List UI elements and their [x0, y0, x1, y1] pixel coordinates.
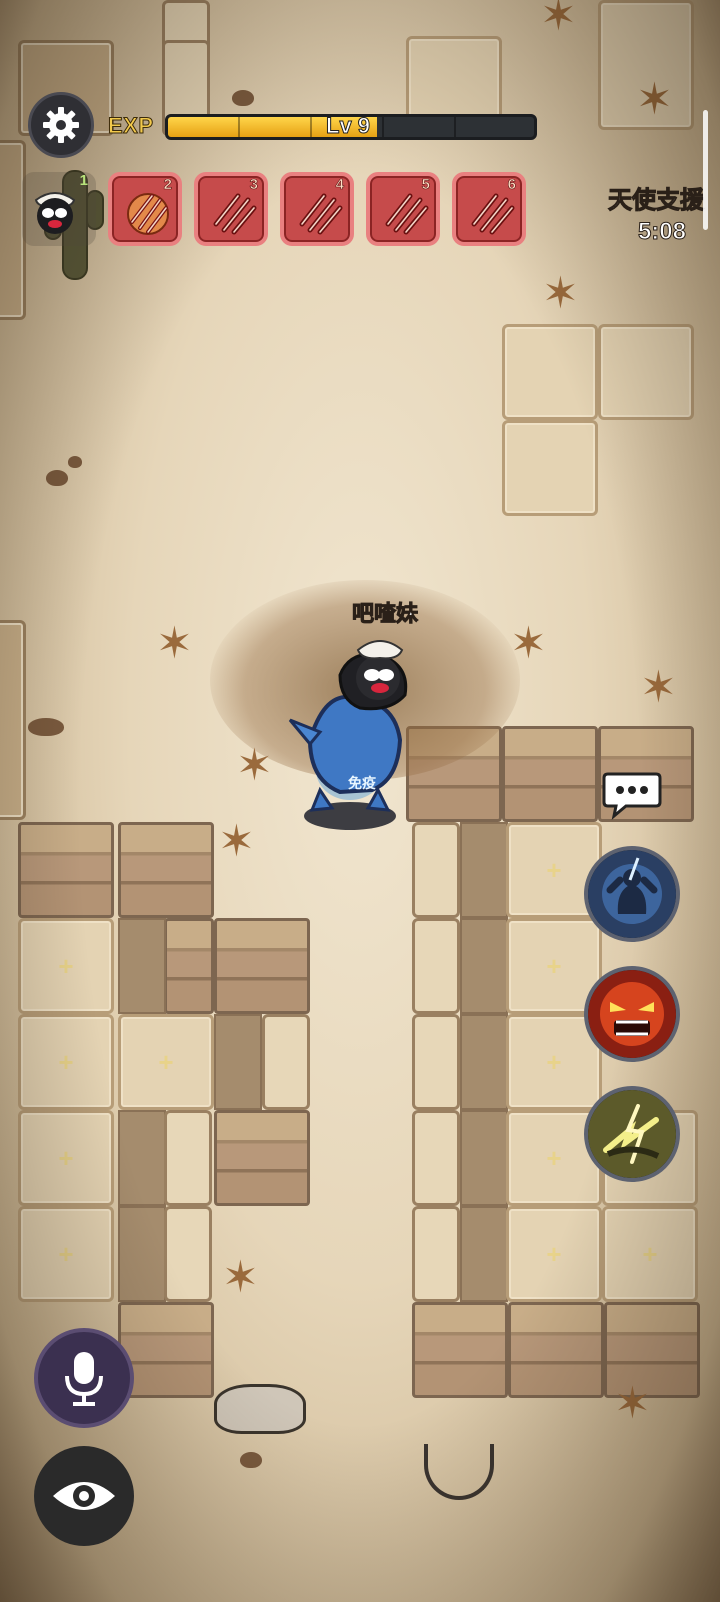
- lightning-icon: [588, 1090, 676, 1178]
- chat-button[interactable]: [602, 768, 662, 820]
- exp-divider: [382, 117, 384, 137]
- floor-tile: [0, 620, 26, 820]
- dry-leaf-decoration: ✶: [614, 1379, 651, 1428]
- chat-bubble-icon: [602, 772, 662, 820]
- wall-pillar: [262, 1014, 310, 1110]
- rock-decoration: [28, 718, 64, 736]
- claw-icon: [385, 193, 429, 235]
- claw-icon: [299, 193, 343, 235]
- floor-tile: [502, 420, 598, 516]
- sheep-character-icon: [34, 192, 76, 234]
- floor-tile: [18, 1014, 114, 1110]
- wall-pillar: [412, 1206, 460, 1302]
- skill-slot-number: 4: [335, 176, 344, 194]
- skill-slot-2[interactable]: 2: [108, 172, 182, 246]
- player-name-label: 吧喳妹: [351, 601, 418, 627]
- dry-leaf-decoration: ✶: [542, 269, 579, 318]
- level-label: Lv 9: [325, 113, 371, 139]
- ability-aura-button[interactable]: [584, 846, 680, 942]
- floor-tile: [502, 324, 598, 420]
- floor-tile: [18, 1206, 114, 1302]
- wall-brick: [412, 1302, 508, 1398]
- wall-slot: [214, 1014, 262, 1110]
- view-toggle-button[interactable]: [34, 1446, 134, 1546]
- wall-pillar: [412, 1014, 460, 1110]
- skill-slot-4[interactable]: 4: [280, 172, 354, 246]
- wall-slot: [118, 1110, 166, 1206]
- dry-leaf-decoration: ✶: [156, 619, 193, 668]
- wall-brick: [214, 918, 310, 1014]
- microphone-icon: [65, 1352, 103, 1406]
- wall-slot: [460, 918, 508, 1014]
- claw-orb-icon: [127, 193, 169, 235]
- floor-tile: [506, 1206, 602, 1302]
- rage-face-icon: [588, 970, 676, 1058]
- wall-pillar: [164, 1206, 212, 1302]
- scrollbar-thumb[interactable]: [703, 110, 708, 230]
- wall-pillar: [412, 1110, 460, 1206]
- wall-pillar: [412, 822, 460, 918]
- wall-brick: [164, 918, 214, 1014]
- wall-brick: [214, 1110, 310, 1206]
- exp-divider: [238, 117, 240, 137]
- wall-slot: [460, 1206, 508, 1302]
- wall-brick: [118, 822, 214, 918]
- wall-brick: [508, 1302, 604, 1398]
- exp-divider: [310, 117, 312, 137]
- wall-slot: [460, 1014, 508, 1110]
- wall-slot: [118, 1206, 166, 1302]
- skill-slot-number: 3: [249, 176, 258, 194]
- wall-slot: [460, 822, 508, 918]
- immunity-status-label: 免疫: [348, 775, 376, 791]
- skull-decoration: [214, 1384, 306, 1434]
- dry-leaf-decoration: ✶: [636, 75, 673, 124]
- dry-leaf-decoration: ✶: [640, 663, 677, 712]
- exp-label: EXP: [108, 113, 154, 139]
- eye-icon: [53, 1482, 115, 1510]
- claw-icon: [213, 193, 257, 235]
- settings-button[interactable]: [28, 92, 94, 158]
- skill-slot-number: 5: [421, 176, 430, 194]
- ability-rage-button[interactable]: [584, 966, 680, 1062]
- wall-slot: [118, 918, 166, 1014]
- floor-tile: [18, 918, 114, 1014]
- power-aura-icon: [588, 850, 676, 938]
- skill-slot-6[interactable]: 6: [452, 172, 526, 246]
- angel-support-timer: 5:08: [637, 218, 686, 246]
- wall-brick: [502, 726, 598, 822]
- rock-decoration: [232, 90, 254, 106]
- dry-leaf-decoration: ✶: [218, 817, 255, 866]
- rock-decoration: [68, 456, 82, 468]
- dry-leaf-decoration: ✶: [540, 0, 577, 40]
- floor-tile: [602, 1206, 698, 1302]
- floor-tile: [598, 324, 694, 420]
- skill-slot-number: 1: [79, 172, 88, 189]
- wall-brick: [18, 822, 114, 918]
- wall-slot: [460, 1110, 508, 1206]
- skill-slot-number: 6: [507, 176, 516, 194]
- player-character[interactable]: [280, 620, 420, 830]
- rock-decoration: [46, 470, 68, 486]
- skill-slot-3[interactable]: 3: [194, 172, 268, 246]
- skill-slot-5[interactable]: 5: [366, 172, 440, 246]
- angel-support-title: 天使支援: [608, 187, 705, 215]
- skill-slot-1[interactable]: 1: [22, 172, 96, 246]
- exp-divider: [454, 117, 456, 137]
- dry-leaf-decoration: ✶: [222, 1253, 259, 1302]
- bones-decoration: [424, 1444, 494, 1500]
- floor-tile: [118, 1014, 214, 1110]
- voice-chat-button[interactable]: [34, 1328, 134, 1428]
- floor-tile: [18, 1110, 114, 1206]
- gear-icon: [43, 107, 79, 143]
- wall-pillar: [164, 1110, 212, 1206]
- ability-lightning-button[interactable]: [584, 1086, 680, 1182]
- skill-slot-number: 2: [163, 176, 172, 194]
- claw-icon: [471, 193, 515, 235]
- rock-decoration: [240, 1452, 262, 1468]
- wall-pillar: [412, 918, 460, 1014]
